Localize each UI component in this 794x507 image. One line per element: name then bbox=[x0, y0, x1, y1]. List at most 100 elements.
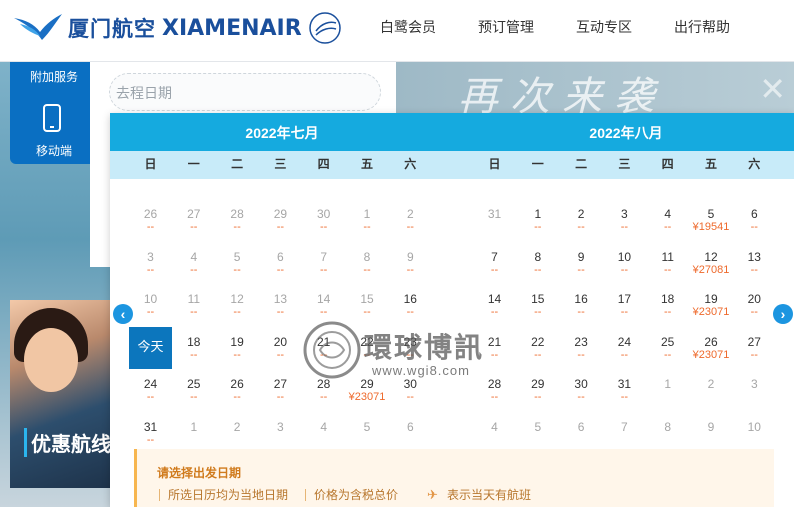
day-number: 6 bbox=[577, 420, 585, 434]
day-cell[interactable]: 18 -- bbox=[172, 327, 215, 369]
day-cell[interactable]: 2 -- bbox=[560, 199, 603, 241]
day-cell[interactable]: 19 ¥23071 bbox=[690, 284, 733, 326]
day-cell[interactable]: 26 ¥23071 bbox=[690, 327, 733, 369]
side-menu: 附加服务 移动端 bbox=[10, 62, 98, 164]
day-cell[interactable]: 1 -- bbox=[516, 199, 559, 241]
day-cell[interactable]: 3 -- bbox=[603, 199, 646, 241]
day-cell[interactable]: 26 -- bbox=[216, 369, 259, 411]
day-number: 6 bbox=[406, 420, 414, 434]
day-cell[interactable]: 17 -- bbox=[603, 284, 646, 326]
day-number: 4 bbox=[491, 420, 498, 434]
day-price: -- bbox=[664, 348, 672, 361]
day-price: -- bbox=[233, 263, 241, 276]
day-number: 4 bbox=[190, 249, 198, 264]
day-number: 9 bbox=[577, 249, 585, 264]
day-number: 18 bbox=[661, 292, 675, 307]
day-cell[interactable]: 31 -- bbox=[129, 412, 172, 454]
side-item-mobile[interactable]: 移动端 bbox=[10, 142, 98, 159]
day-cell[interactable]: 16 -- bbox=[560, 284, 603, 326]
day-number: 24 bbox=[143, 377, 158, 392]
nav-item-travel-help[interactable]: 出行帮助 bbox=[674, 17, 772, 37]
day-price: -- bbox=[534, 263, 542, 276]
day-cell[interactable]: 24 -- bbox=[129, 369, 172, 411]
egret-logo-icon bbox=[14, 14, 62, 40]
day-number: 18 bbox=[187, 334, 201, 349]
day-cell[interactable]: 20 -- bbox=[733, 284, 776, 326]
mobile-phone-icon bbox=[43, 104, 61, 132]
notice-local-date: 所选日历均为当地日期 bbox=[159, 489, 288, 501]
day-cell[interactable]: 9 -- bbox=[560, 242, 603, 284]
day-number: 31 bbox=[617, 377, 632, 392]
day-cell[interactable]: 7 -- bbox=[473, 242, 516, 284]
day-number: 30 bbox=[574, 377, 588, 392]
day-cell: 13 -- bbox=[259, 284, 302, 326]
promo-photo-face bbox=[24, 328, 78, 392]
day-cell[interactable]: 13 -- bbox=[733, 242, 776, 284]
day-cell[interactable]: 24 -- bbox=[603, 327, 646, 369]
today-cell[interactable]: 今天 bbox=[129, 326, 172, 369]
day-number: 7 bbox=[320, 249, 328, 264]
day-cell[interactable]: 18 -- bbox=[646, 284, 689, 326]
day-cell: 6 bbox=[560, 412, 603, 454]
day-number: 29 bbox=[531, 377, 545, 392]
nav-item-membership[interactable]: 白鹭会员 bbox=[380, 17, 478, 37]
day-number: 11 bbox=[187, 292, 201, 307]
hero-slogan: 再次来袭 bbox=[458, 74, 666, 114]
day-number: 19 bbox=[230, 334, 244, 349]
day-number: 29 bbox=[273, 207, 288, 221]
day-cell[interactable]: 22 -- bbox=[516, 327, 559, 369]
decorative-x-icon: ✕ bbox=[759, 71, 786, 107]
prev-month-button[interactable]: ‹ bbox=[113, 304, 133, 324]
nav-item-interactive-zone[interactable]: 互动专区 bbox=[576, 17, 674, 37]
day-price: -- bbox=[664, 221, 672, 233]
day-cell[interactable]: 27 -- bbox=[733, 327, 776, 369]
day-cell: 27 -- bbox=[172, 199, 215, 241]
side-item-extra-services[interactable]: 附加服务 bbox=[10, 68, 98, 85]
day-price: -- bbox=[534, 391, 542, 404]
day-number: 9 bbox=[406, 249, 414, 264]
day-price: -- bbox=[233, 221, 241, 233]
day-cell[interactable]: 15 -- bbox=[516, 284, 559, 326]
day-price: ¥23071 bbox=[692, 348, 730, 361]
day-cell[interactable]: 29 -- bbox=[516, 369, 559, 411]
day-cell[interactable]: 11 -- bbox=[646, 242, 689, 284]
day-cell[interactable]: 12 ¥27081 bbox=[690, 242, 733, 284]
day-price: -- bbox=[577, 391, 585, 404]
day-cell[interactable]: 19 -- bbox=[216, 327, 259, 369]
day-cell[interactable]: 25 -- bbox=[646, 327, 689, 369]
day-cell[interactable]: 20 -- bbox=[259, 327, 302, 369]
day-cell[interactable]: 6 -- bbox=[733, 199, 776, 241]
day-price: -- bbox=[190, 221, 198, 233]
day-cell: 10 -- bbox=[129, 284, 172, 326]
day-number: 8 bbox=[363, 249, 371, 264]
day-cell[interactable]: 31 -- bbox=[603, 369, 646, 411]
day-cell: 9 bbox=[690, 412, 733, 454]
xiamenair-logo[interactable]: 厦门航空 XIAMENAIR bbox=[12, 10, 342, 46]
day-price: -- bbox=[406, 391, 414, 404]
notice-flight-available: 表示当天有航班 bbox=[447, 488, 532, 502]
day-number: 10 bbox=[617, 249, 632, 264]
day-cell[interactable]: 4 -- bbox=[646, 199, 689, 241]
day-number: 2 bbox=[707, 377, 715, 392]
day-number: 3 bbox=[277, 420, 284, 434]
day-cell[interactable]: 30 -- bbox=[560, 369, 603, 411]
day-cell[interactable]: 5 ¥19541 bbox=[690, 199, 733, 241]
day-number: 23 bbox=[574, 334, 588, 349]
day-cell[interactable]: 27 -- bbox=[259, 369, 302, 411]
day-cell[interactable]: 10 -- bbox=[603, 242, 646, 284]
day-price: -- bbox=[577, 306, 585, 319]
day-cell[interactable]: 8 -- bbox=[516, 242, 559, 284]
day-cell: 7 bbox=[603, 412, 646, 454]
hero-banner[interactable]: 再次来袭 ✕ bbox=[396, 62, 794, 114]
day-number: 1 bbox=[664, 377, 672, 392]
day-number: 25 bbox=[661, 334, 675, 349]
day-number: 13 bbox=[747, 249, 761, 264]
promo-title: 优惠航线 bbox=[24, 428, 111, 457]
nav-item-booking-management[interactable]: 预订管理 bbox=[478, 17, 576, 37]
next-month-button[interactable]: › bbox=[773, 304, 793, 324]
weekday-header: 四 bbox=[661, 157, 674, 171]
departure-date-input[interactable]: 去程日期 bbox=[109, 73, 381, 111]
day-number: 27 bbox=[273, 377, 288, 392]
day-cell[interactable]: 23 -- bbox=[560, 327, 603, 369]
day-cell[interactable]: 25 -- bbox=[172, 369, 215, 411]
